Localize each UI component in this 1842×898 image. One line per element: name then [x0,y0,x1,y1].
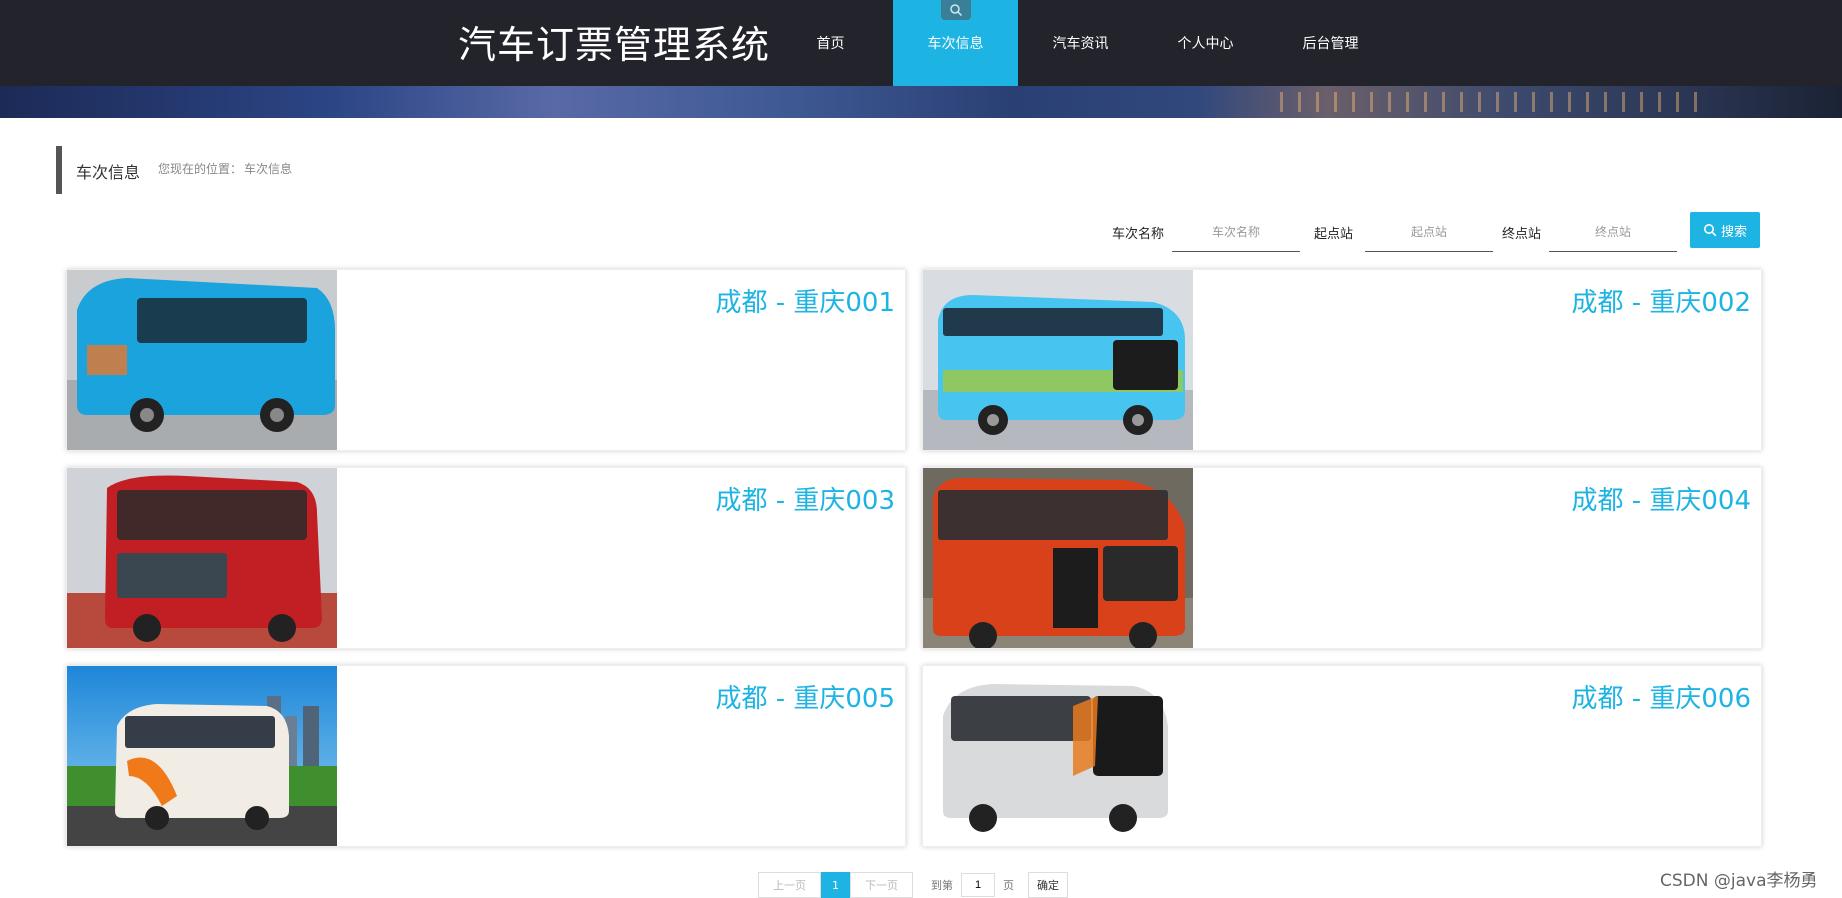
nav-item-trips[interactable]: 车次信息 [893,0,1018,86]
site-title: 汽车订票管理系统 [458,23,771,67]
nav-item-profile[interactable]: 个人中心 [1143,0,1268,86]
trip-name-input[interactable] [1172,212,1301,252]
search-icon [1703,224,1717,237]
goto-page-input[interactable] [961,873,995,897]
search-label-name: 车次名称 [1112,226,1165,242]
nav-item-home[interactable]: 首页 [768,0,893,86]
nav-item-label: 首页 [816,36,845,52]
bus-image[interactable] [923,468,1193,648]
search-label-end: 终点站 [1502,226,1542,242]
bus-image[interactable] [923,270,1193,450]
watermark: CSDN @java李杨勇 [1660,871,1818,891]
trip-card[interactable]: 成都 - 重庆001 [66,269,906,451]
trip-title[interactable]: 成都 - 重庆001 [715,282,895,319]
trip-title[interactable]: 成都 - 重庆005 [715,678,895,715]
nav-item-label: 汽车资讯 [1052,36,1109,52]
search-button[interactable]: 搜索 [1690,212,1760,248]
search-icon [940,0,971,20]
trip-card[interactable]: 成都 - 重庆005 [66,665,906,847]
trip-title[interactable]: 成都 - 重庆006 [1571,678,1751,715]
nav-item-label: 个人中心 [1177,36,1234,52]
trip-title[interactable]: 成都 - 重庆004 [1571,480,1751,517]
main-nav: 首页 车次信息 汽车资讯 个人中心 后台管理 [768,0,1393,86]
top-header: 汽车订票管理系统 首页 车次信息 汽车资讯 个人中心 后台管理 [0,0,1842,86]
breadcrumb-title: 车次信息 [76,163,141,182]
pagination: 上一页 1 下一页 到第 页 确定 [758,872,1068,898]
goto-confirm-button[interactable]: 确定 [1028,872,1068,898]
bus-image[interactable] [67,468,337,648]
breadcrumb-current[interactable]: 车次信息 [244,162,292,176]
city-lights [1280,92,1700,112]
trip-title[interactable]: 成都 - 重庆003 [715,480,895,517]
trip-title[interactable]: 成都 - 重庆002 [1571,282,1751,319]
breadcrumb: 您现在的位置： 车次信息 [158,160,292,177]
bus-image[interactable] [67,270,337,450]
search-group-name: 车次名称 [1112,212,1301,252]
bus-image[interactable] [923,666,1193,846]
goto-prefix: 到第 [931,879,953,892]
breadcrumb-accent-bar [56,146,62,194]
search-button-label: 搜索 [1720,224,1747,240]
trip-card[interactable]: 成都 - 重庆002 [922,269,1762,451]
trip-card[interactable]: 成都 - 重庆003 [66,467,906,649]
prev-page-button[interactable]: 上一页 [758,872,821,898]
nav-item-admin[interactable]: 后台管理 [1268,0,1393,86]
bus-image[interactable] [67,666,337,846]
trip-card[interactable]: 成都 - 重庆006 [922,665,1762,847]
start-station-input[interactable] [1365,212,1494,252]
search-label-start: 起点站 [1314,226,1354,242]
nav-item-label: 后台管理 [1302,36,1359,52]
nav-item-news[interactable]: 汽车资讯 [1018,0,1143,86]
end-station-input[interactable] [1549,212,1678,252]
goto-suffix: 页 [1003,879,1014,892]
search-group-start: 起点站 [1314,212,1494,252]
nav-item-label: 车次信息 [927,36,984,52]
banner-image [0,86,1842,118]
trip-card[interactable]: 成都 - 重庆004 [922,467,1762,649]
search-group-end: 终点站 [1502,212,1678,252]
breadcrumb-prefix: 您现在的位置： [158,162,243,176]
next-page-button[interactable]: 下一页 [850,872,913,898]
page-1-button[interactable]: 1 [821,872,850,898]
